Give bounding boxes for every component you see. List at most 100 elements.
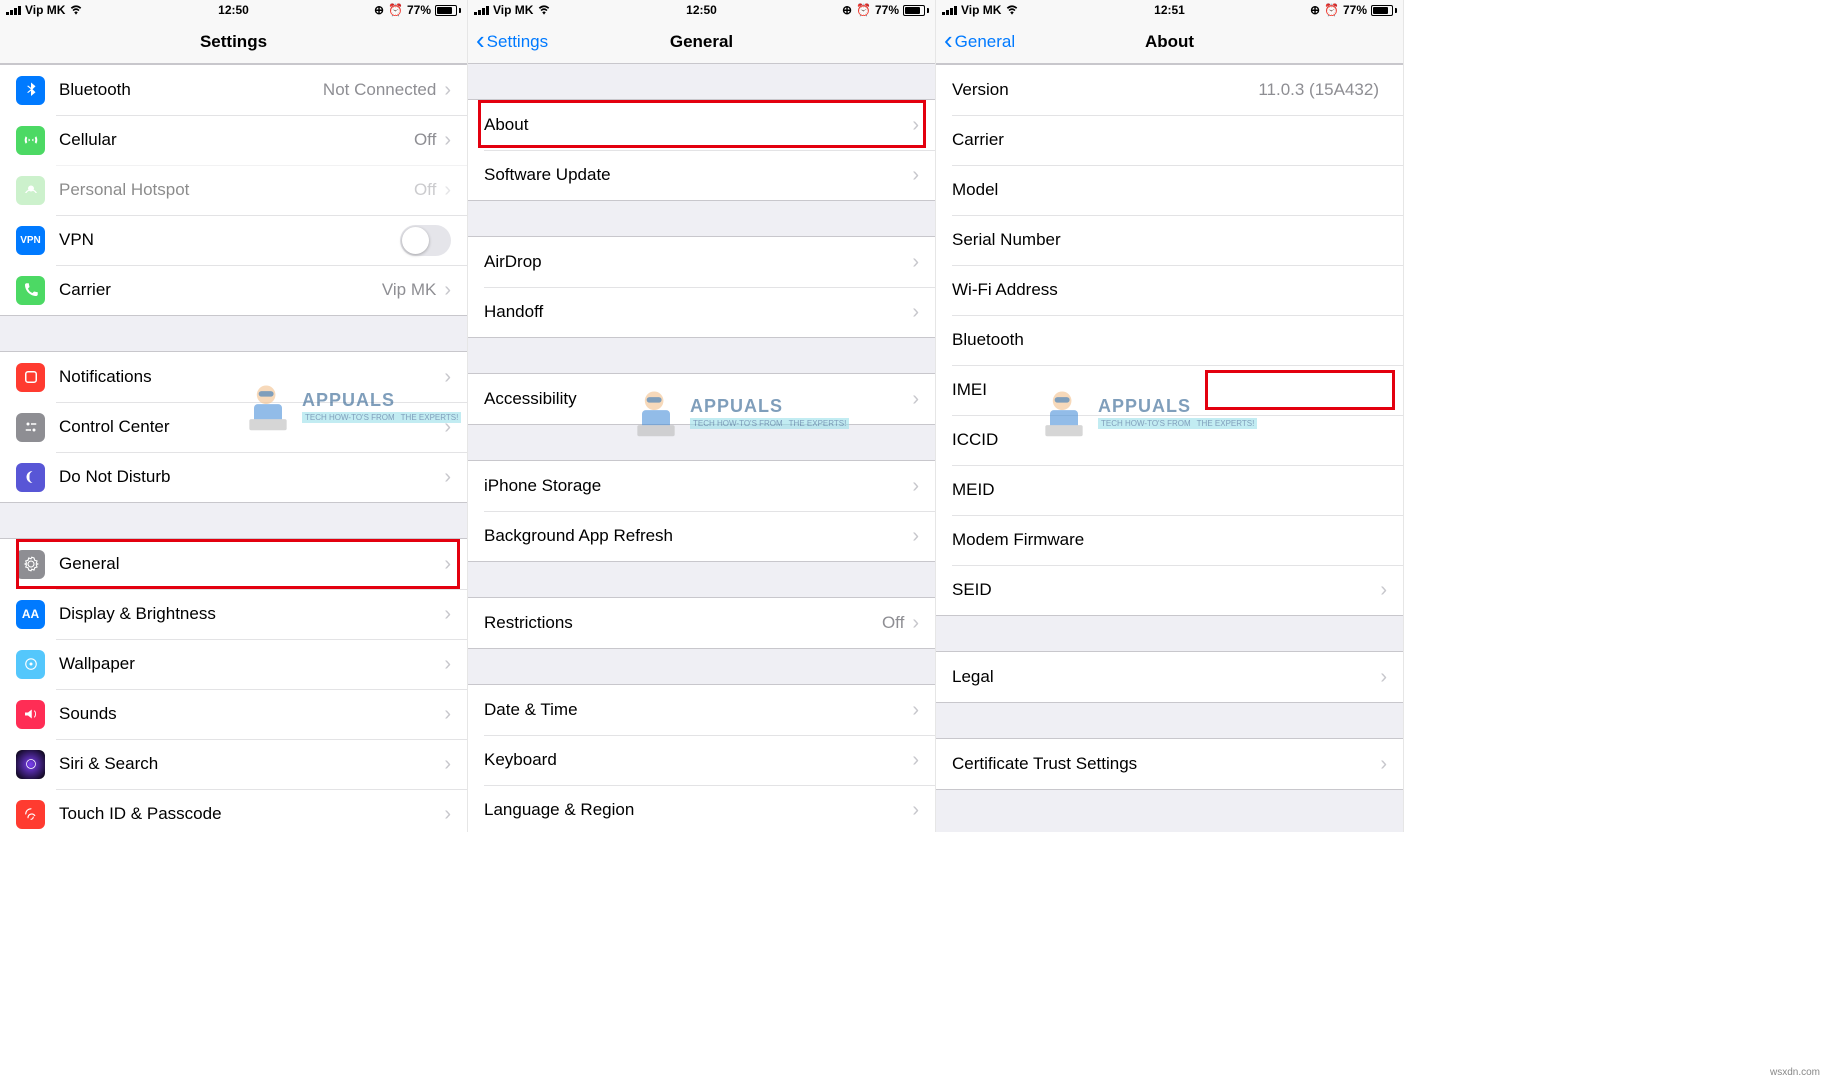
row-label: Restrictions bbox=[484, 613, 882, 633]
row-notifications[interactable]: Notifications › bbox=[0, 352, 467, 402]
row-keyboard[interactable]: Keyboard› bbox=[468, 735, 935, 785]
row-label: SEID bbox=[952, 580, 1380, 600]
nav-back-button[interactable]: ‹General bbox=[944, 32, 1015, 52]
nav-title: Settings bbox=[200, 32, 267, 52]
row-label: Certificate Trust Settings bbox=[952, 754, 1380, 774]
battery-pct: 77% bbox=[875, 3, 899, 17]
row-detail: Off bbox=[414, 130, 436, 150]
row-iphone-storage[interactable]: iPhone Storage› bbox=[468, 461, 935, 511]
row-restrictions[interactable]: RestrictionsOff› bbox=[468, 598, 935, 648]
chevron-right-icon: › bbox=[444, 416, 451, 439]
nav-bar: ‹General About bbox=[936, 20, 1403, 64]
signal-icon bbox=[474, 5, 489, 15]
chevron-right-icon: › bbox=[444, 553, 451, 576]
row-general[interactable]: General › bbox=[0, 539, 467, 589]
row-label: Software Update bbox=[484, 165, 912, 185]
row-serial-number[interactable]: Serial Number bbox=[936, 215, 1403, 265]
row-meid[interactable]: MEID bbox=[936, 465, 1403, 515]
row-carrier[interactable]: Carrier bbox=[936, 115, 1403, 165]
signal-icon bbox=[6, 5, 21, 15]
row-label: Cellular bbox=[59, 130, 414, 150]
row-bluetooth[interactable]: Bluetooth Not Connected › bbox=[0, 65, 467, 115]
chevron-right-icon: › bbox=[912, 799, 919, 822]
row-accessibility[interactable]: Accessibility› bbox=[468, 374, 935, 424]
chevron-right-icon: › bbox=[444, 703, 451, 726]
row-label: About bbox=[484, 115, 912, 135]
rotation-lock-icon: ⊕ bbox=[842, 3, 852, 17]
row-background-app-refresh[interactable]: Background App Refresh› bbox=[468, 511, 935, 561]
nav-title: About bbox=[1145, 32, 1194, 52]
chevron-right-icon: › bbox=[912, 114, 919, 137]
chevron-right-icon: › bbox=[444, 179, 451, 202]
row-label: Modem Firmware bbox=[952, 530, 1387, 550]
row-date-time[interactable]: Date & Time› bbox=[468, 685, 935, 735]
row-version[interactable]: Version11.0.3 (15A432) bbox=[936, 65, 1403, 115]
row-sounds[interactable]: Sounds › bbox=[0, 689, 467, 739]
chevron-right-icon: › bbox=[444, 653, 451, 676]
row-detail: Vip MK bbox=[382, 280, 437, 300]
row-handoff[interactable]: Handoff› bbox=[468, 287, 935, 337]
phone-icon bbox=[16, 276, 45, 305]
chevron-right-icon: › bbox=[444, 603, 451, 626]
row-label: AirDrop bbox=[484, 252, 912, 272]
row-certificate-trust[interactable]: Certificate Trust Settings› bbox=[936, 739, 1403, 789]
row-cellular[interactable]: Cellular Off › bbox=[0, 115, 467, 165]
row-iccid[interactable]: ICCID bbox=[936, 415, 1403, 465]
nav-back-label: Settings bbox=[487, 32, 548, 52]
row-legal[interactable]: Legal› bbox=[936, 652, 1403, 702]
row-label: Background App Refresh bbox=[484, 526, 912, 546]
wifi-icon bbox=[537, 5, 551, 15]
chevron-right-icon: › bbox=[444, 279, 451, 302]
nav-back-button[interactable]: ‹Settings bbox=[476, 32, 548, 52]
chevron-right-icon: › bbox=[912, 475, 919, 498]
row-label: Serial Number bbox=[952, 230, 1387, 250]
row-do-not-disturb[interactable]: Do Not Disturb › bbox=[0, 452, 467, 502]
row-label: Personal Hotspot bbox=[59, 180, 414, 200]
row-label: Touch ID & Passcode bbox=[59, 804, 444, 824]
row-detail: 11.0.3 (15A432) bbox=[1258, 80, 1379, 100]
row-control-center[interactable]: Control Center › bbox=[0, 402, 467, 452]
row-carrier[interactable]: Carrier Vip MK › bbox=[0, 265, 467, 315]
nav-title: General bbox=[670, 32, 733, 52]
row-seid[interactable]: SEID› bbox=[936, 565, 1403, 615]
row-bluetooth-address[interactable]: Bluetooth bbox=[936, 315, 1403, 365]
row-wifi-address[interactable]: Wi-Fi Address bbox=[936, 265, 1403, 315]
row-label: Language & Region bbox=[484, 800, 912, 820]
row-modem-firmware[interactable]: Modem Firmware bbox=[936, 515, 1403, 565]
rotation-lock-icon: ⊕ bbox=[374, 3, 384, 17]
chevron-right-icon: › bbox=[912, 612, 919, 635]
row-software-update[interactable]: Software Update› bbox=[468, 150, 935, 200]
row-vpn[interactable]: VPN VPN bbox=[0, 215, 467, 265]
source-footer: wsxdn.com bbox=[1770, 1067, 1820, 1078]
chevron-right-icon: › bbox=[1380, 579, 1387, 602]
chevron-right-icon: › bbox=[912, 301, 919, 324]
row-model[interactable]: Model bbox=[936, 165, 1403, 215]
row-airdrop[interactable]: AirDrop› bbox=[468, 237, 935, 287]
wifi-icon bbox=[69, 5, 83, 15]
status-bar: Vip MK 12:50 ⊕ ⏰ 77% bbox=[0, 0, 467, 20]
vpn-toggle[interactable] bbox=[400, 225, 451, 256]
chevron-right-icon: › bbox=[912, 251, 919, 274]
row-language-region[interactable]: Language & Region› bbox=[468, 785, 935, 832]
row-label: iPhone Storage bbox=[484, 476, 912, 496]
status-bar: Vip MK 12:50 ⊕ ⏰ 77% bbox=[468, 0, 935, 20]
row-touchid-passcode[interactable]: Touch ID & Passcode › bbox=[0, 789, 467, 832]
row-siri-search[interactable]: Siri & Search › bbox=[0, 739, 467, 789]
battery-icon bbox=[903, 5, 929, 16]
row-label: Handoff bbox=[484, 302, 912, 322]
row-imei[interactable]: IMEI bbox=[936, 365, 1403, 415]
row-label: General bbox=[59, 554, 444, 574]
row-personal-hotspot[interactable]: Personal Hotspot Off › bbox=[0, 165, 467, 215]
row-wallpaper[interactable]: Wallpaper › bbox=[0, 639, 467, 689]
row-about[interactable]: About› bbox=[468, 100, 935, 150]
row-label: ICCID bbox=[952, 430, 1387, 450]
alarm-icon: ⏰ bbox=[388, 3, 403, 17]
signal-icon bbox=[942, 5, 957, 15]
screen-general: Vip MK 12:50 ⊕ ⏰ 77% ‹Settings General A… bbox=[468, 0, 936, 832]
row-display-brightness[interactable]: AA Display & Brightness › bbox=[0, 589, 467, 639]
chevron-left-icon: ‹ bbox=[944, 34, 953, 47]
chevron-right-icon: › bbox=[912, 525, 919, 548]
chevron-right-icon: › bbox=[912, 164, 919, 187]
wallpaper-icon bbox=[16, 650, 45, 679]
row-label: Siri & Search bbox=[59, 754, 444, 774]
